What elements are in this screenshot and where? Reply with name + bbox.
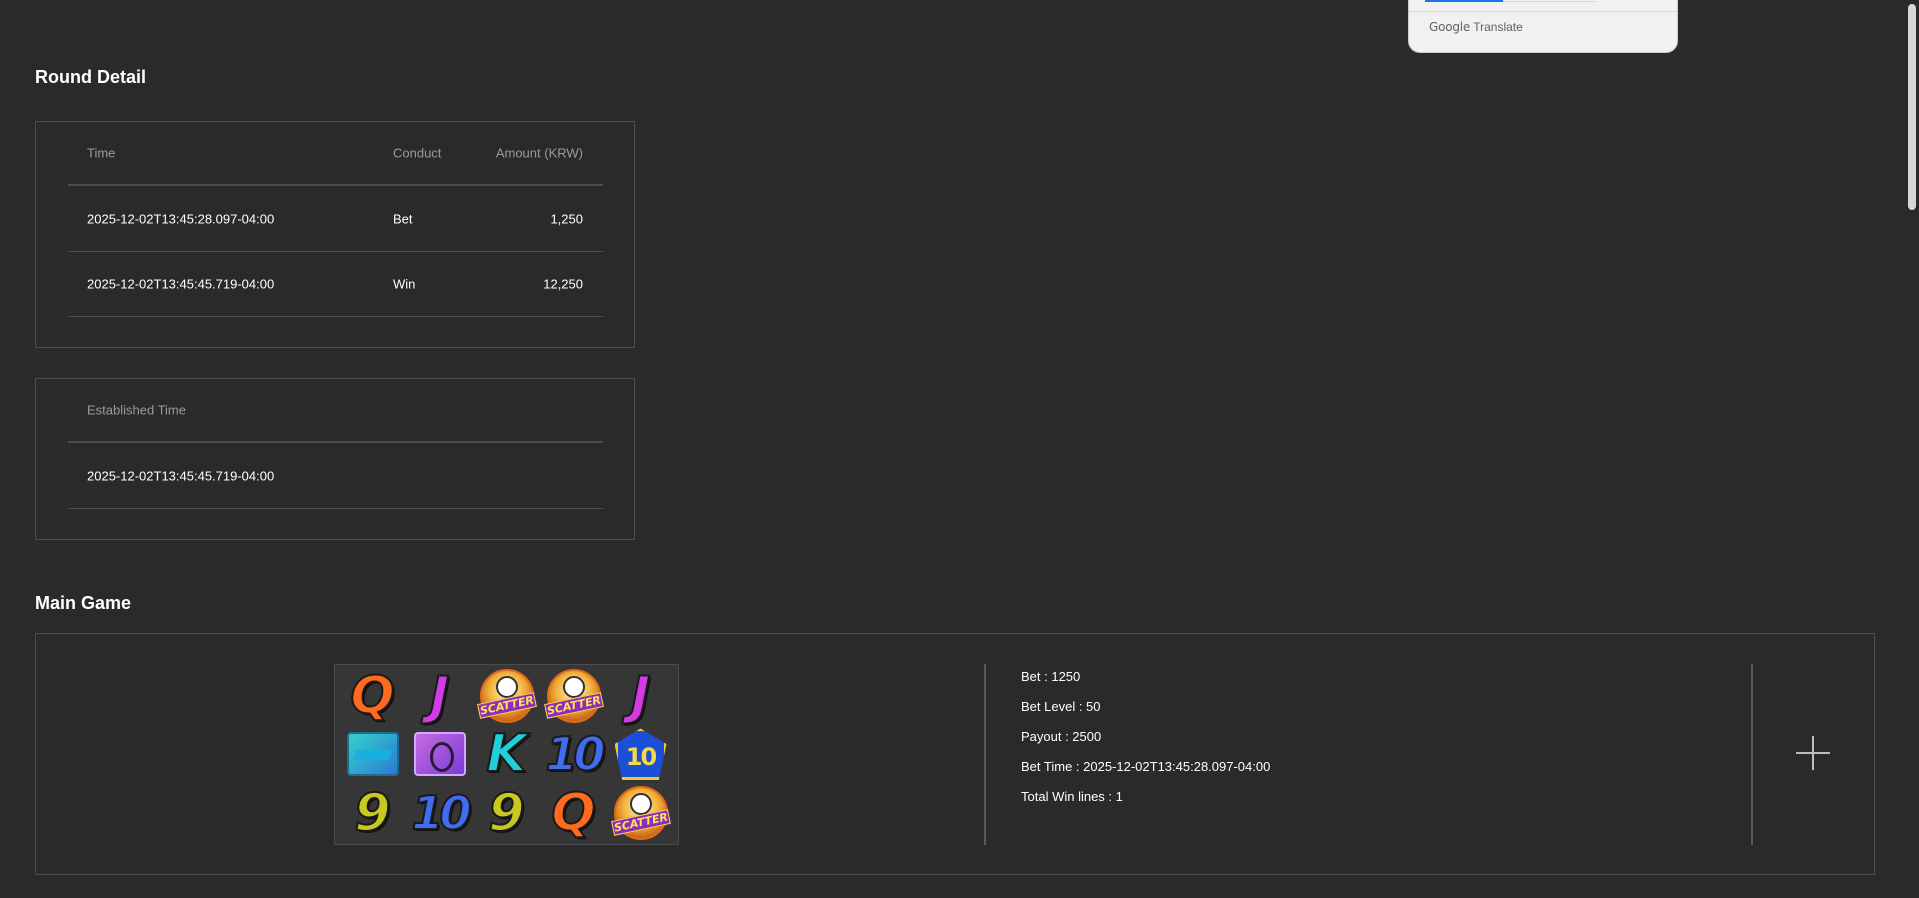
column-header-established-time: Established Time [87, 402, 186, 418]
column-header-conduct: Conduct [393, 145, 442, 161]
symbol-9: 9 [487, 782, 525, 843]
column-header-amount: Amount (KRW) [495, 145, 583, 161]
translate-label: Translate [1473, 20, 1523, 34]
symbol-j: J [429, 666, 450, 727]
google-translate-popup[interactable]: Google Translate [1408, 0, 1678, 53]
table-row: 2025-12-02T13:45:28.097-04:00 Bet 1,250 [68, 186, 603, 252]
transactions-header-row: Time Conduct Amount (KRW) [68, 122, 603, 186]
symbol-10: 10 [410, 785, 472, 840]
scatter-icon: SCATTER [540, 667, 607, 725]
symbol-10: 10 [544, 727, 606, 782]
symbol-j: J [630, 666, 651, 727]
translate-tab-active-indicator [1425, 0, 1503, 2]
translate-tab-underline [1503, 1, 1595, 2]
bet-info: Bet : 1250 [1021, 669, 1081, 684]
table-row: 2025-12-02T13:45:45.719-04:00 Win 12,250 [68, 252, 603, 317]
table-row: 2025-12-02T13:45:45.719-04:00 [68, 443, 603, 509]
symbol-9: 9 [353, 782, 391, 843]
row-time: 2025-12-02T13:45:45.719-04:00 [87, 276, 275, 292]
row-amount: 1,250 [550, 211, 583, 226]
symbol-q: Q [349, 666, 395, 727]
established-time-value: 2025-12-02T13:45:45.719-04:00 [87, 468, 275, 483]
panel-divider-left [984, 664, 986, 845]
total-win-lines-info: Total Win lines : 1 [1021, 789, 1123, 804]
scatter-icon: SCATTER [607, 784, 674, 842]
row-time: 2025-12-02T13:45:28.097-04:00 [87, 211, 275, 226]
symbol-k: K [485, 724, 527, 785]
scatter-icon: SCATTER [473, 667, 540, 725]
google-translate-branding: Google Translate [1429, 20, 1523, 34]
payout-info: Payout : 2500 [1021, 729, 1102, 744]
glove-icon [406, 725, 473, 783]
round-detail-title: Round Detail [35, 67, 146, 87]
translate-popup-divider [1409, 11, 1677, 12]
bet-time-info: Bet Time : 2025-12-02T13:45:28.097-04:00 [1021, 759, 1271, 774]
boot-icon [339, 725, 406, 783]
row-amount: 12,250 [543, 276, 583, 292]
main-game-title: Main Game [35, 593, 132, 613]
plus-icon[interactable] [1796, 736, 1830, 770]
established-header-row: Established Time [68, 379, 603, 443]
translate-tabs[interactable] [1425, 0, 1595, 3]
row-conduct: Bet [393, 211, 413, 226]
page: Google Translate Round Detail Time Condu… [0, 0, 1919, 898]
bet-level-info: Bet Level : 50 [1021, 699, 1101, 714]
slot-reels-grid: Q J SCATTER SCATTER J K 10 10 9 10 9 Q SCATTER [334, 664, 679, 845]
shield-10-icon: 10 [607, 725, 674, 783]
row-conduct: Win [393, 276, 416, 292]
established-time-panel: Established Time 2025-12-02T13:45:45.719… [35, 378, 635, 540]
transactions-panel: Time Conduct Amount (KRW) 2025-12-02T13:… [35, 121, 635, 348]
main-game-panel: Q J SCATTER SCATTER J K 10 10 9 10 9 Q SCATTER Bet :… [35, 633, 1875, 875]
google-logo-text: Google [1429, 20, 1471, 34]
column-header-time: Time [87, 145, 116, 161]
symbol-q: Q [550, 782, 596, 843]
scrollbar-thumb[interactable] [1908, 4, 1916, 210]
panel-divider-right [1751, 664, 1753, 845]
game-info: Bet : 1250 Bet Level : 50 Payout : 2500 … [1021, 669, 1270, 819]
